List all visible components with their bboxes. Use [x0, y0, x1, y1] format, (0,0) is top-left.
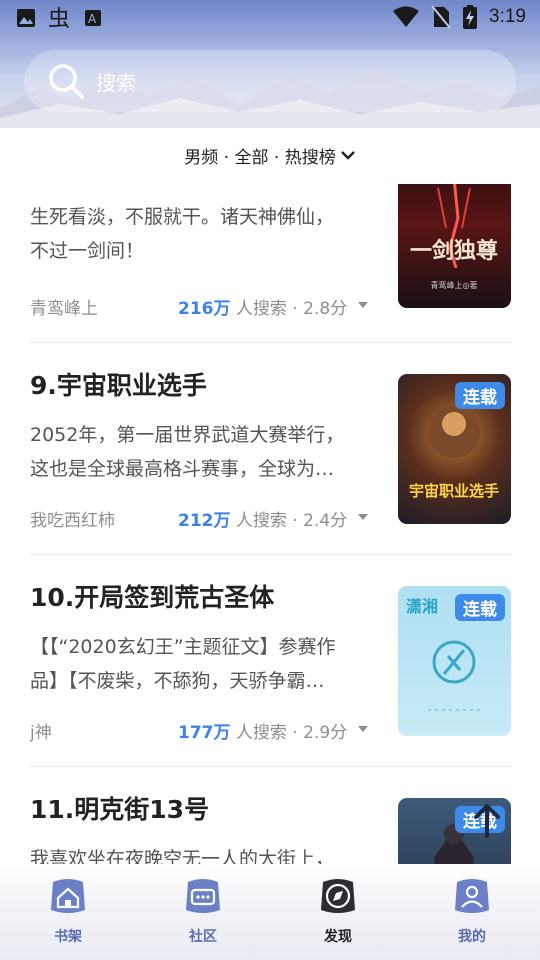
header: 虫 A 3:19 搜索 [0, 0, 540, 128]
book-item-4[interactable]: 11.明克街13号 我喜欢坐在夜晚空无一人的大街上， 连载 [0, 768, 540, 864]
book-desc-line: 不过一剑间！ [30, 240, 145, 262]
compass-icon [321, 879, 355, 913]
chevron-down-icon [340, 151, 355, 160]
nav-community[interactable]: 社区 [173, 874, 233, 946]
book-list: 生死看淡，不服就干。诸天神佛仙， 不过一剑间！ 青鸾峰上 216万 人搜索 · … [0, 184, 540, 864]
no-sim-icon [431, 5, 451, 29]
book-title: 10.开局签到荒古圣体 [30, 583, 275, 612]
font-a-icon: A [85, 10, 101, 26]
nav-label: 书架 [54, 929, 82, 945]
book-desc-line: 品】【不废柴，不舔狗，天骄争霸… [30, 670, 325, 692]
battery-charging-icon [463, 5, 478, 29]
status-time: 3:19 [489, 6, 526, 27]
search-count: 212万 [178, 511, 231, 531]
svg-text:虫: 虫 [48, 7, 70, 30]
serializing-badge: 连载 [455, 594, 505, 621]
book-author[interactable]: 我吃西红柿 [30, 506, 115, 531]
back-to-top-icon[interactable] [468, 800, 506, 840]
search-count: 177万 [178, 723, 231, 743]
book-author[interactable]: j神 [30, 718, 52, 743]
stats-suffix: 人搜索 · 2.9分 [230, 723, 348, 743]
bottom-nav: 书架 社区 发现 我的 [0, 864, 540, 960]
ranking-filter[interactable]: 男频 · 全部 · 热搜榜 [0, 140, 540, 170]
more-triangle-icon[interactable] [356, 724, 370, 734]
book-desc-line: 【【“2020玄幻王”主题征文】参赛作 [30, 636, 336, 658]
book-cover[interactable]: 宇宙职业选手 连载 [398, 374, 511, 524]
cover-art: 一剑独尊 青鸾峰上◎著 [410, 184, 498, 290]
serializing-badge: 连载 [455, 382, 505, 409]
cover-author: 青鸾峰上◎著 [431, 280, 478, 290]
search-placeholder: 搜索 [96, 70, 136, 95]
search-bar[interactable]: 搜索 [24, 50, 516, 112]
book-item-1[interactable]: 生死看淡，不服就干。诸天神佛仙， 不过一剑间！ 青鸾峰上 216万 人搜索 · … [0, 184, 540, 344]
book-desc-line: 这也是全球最高格斗赛事，全球为… [30, 458, 335, 480]
image-icon [17, 9, 35, 27]
nav-label: 发现 [324, 929, 352, 945]
book-cover[interactable]: 一剑独尊 青鸾峰上◎著 [398, 184, 511, 308]
stats-suffix: 人搜索 · 2.4分 [230, 511, 348, 531]
bug-icon: 虫 [48, 7, 70, 30]
community-chat-icon [186, 879, 220, 913]
cover-title: 宇宙职业选手 [409, 482, 499, 500]
book-title: 9.宇宙职业选手 [30, 371, 207, 400]
search-icon [49, 64, 84, 99]
book-cover[interactable]: 潇湘 连载 [398, 586, 511, 736]
book-stats: 212万 人搜索 · 2.4分 [178, 506, 347, 531]
nav-profile[interactable]: 我的 [442, 874, 502, 946]
cover-title: 一剑独尊 [410, 238, 498, 264]
book-item-3[interactable]: 10.开局签到荒古圣体 【【“2020玄幻王”主题征文】参赛作 品】【不废柴，不… [0, 556, 540, 768]
divider [30, 554, 512, 555]
divider [30, 342, 512, 343]
stats-suffix: 人搜索 · 2.8分 [230, 299, 348, 319]
book-stats: 177万 人搜索 · 2.9分 [178, 718, 347, 743]
book-author[interactable]: 青鸾峰上 [30, 294, 98, 319]
filter-label: 男频 · 全部 · 热搜榜 [184, 147, 336, 168]
nav-bookshelf[interactable]: 书架 [38, 874, 98, 946]
nav-label: 我的 [458, 929, 486, 945]
svg-text:A: A [88, 12, 97, 26]
book-desc-line: 我喜欢坐在夜晚空无一人的大街上， [30, 848, 335, 864]
status-bar: 虫 A 3:19 [0, 0, 540, 36]
cover-title: 潇湘 [406, 597, 438, 616]
book-desc-line: 生死看淡，不服就干。诸天神佛仙， [30, 206, 335, 228]
bookshelf-house-icon [51, 879, 85, 913]
wifi-icon [393, 6, 420, 27]
book-item-2[interactable]: 9.宇宙职业选手 2052年，第一届世界武道大赛举行， 这也是全球最高格斗赛事，… [0, 344, 540, 556]
nav-discover[interactable]: 发现 [308, 874, 368, 946]
profile-icon [455, 879, 489, 913]
divider [30, 766, 512, 767]
book-desc-line: 2052年，第一届世界武道大赛举行， [30, 424, 345, 446]
more-triangle-icon[interactable] [356, 300, 370, 310]
search-count: 216万 [178, 299, 231, 319]
more-triangle-icon[interactable] [356, 512, 370, 522]
book-stats: 216万 人搜索 · 2.8分 [178, 294, 347, 319]
book-title: 11.明克街13号 [30, 795, 210, 824]
nav-label: 社区 [189, 929, 217, 945]
